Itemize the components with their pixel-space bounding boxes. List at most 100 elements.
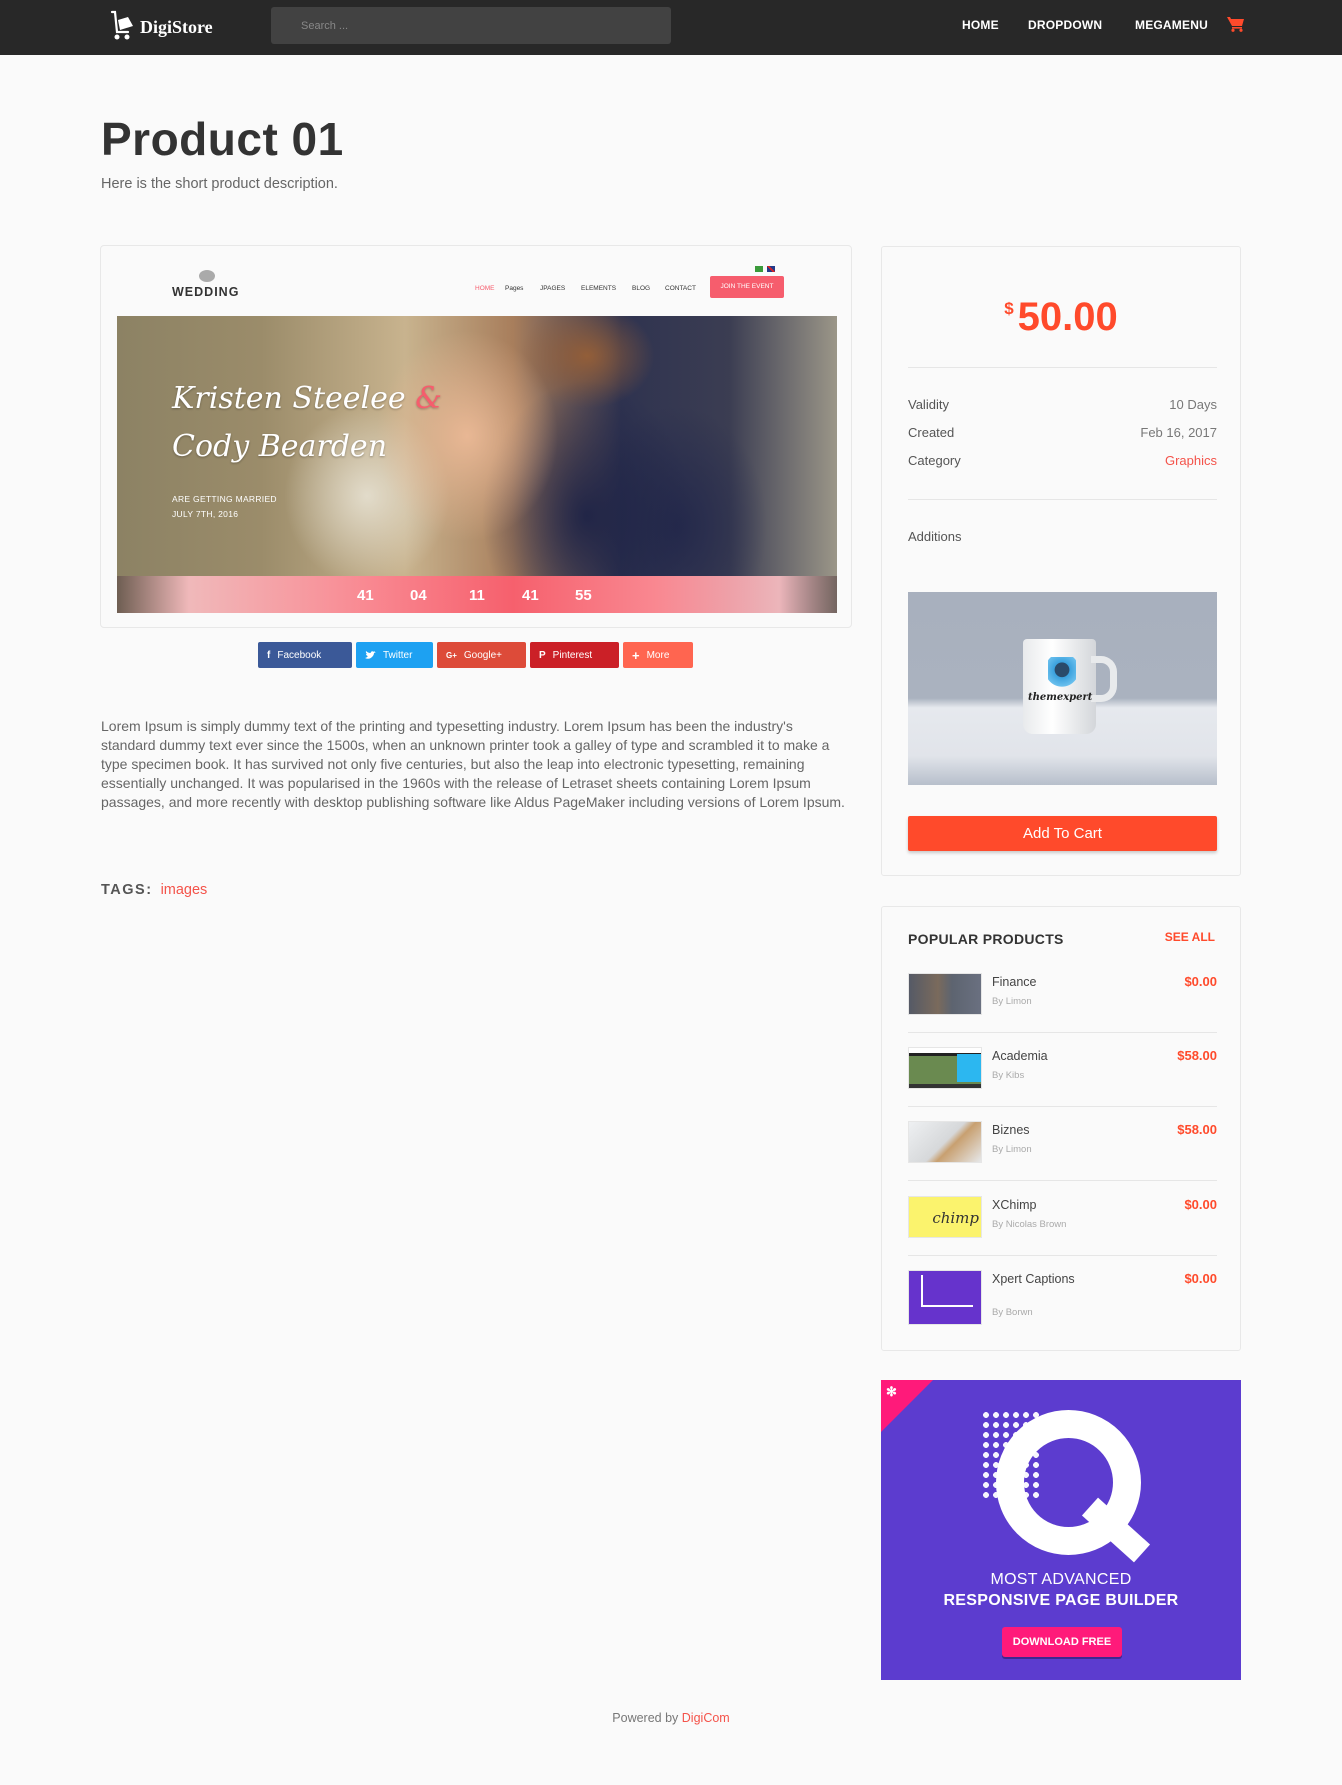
product-price: $58.00 [1177, 1048, 1217, 1063]
page-builder-ad-banner[interactable]: ✻ MOST ADVANCED RESPONSIVE PAGE BUILDER … [881, 1380, 1241, 1680]
brand-logo[interactable]: DigiStore [108, 8, 213, 46]
product-author: By Kibs [992, 1070, 1025, 1081]
nav-home[interactable]: HOME [962, 18, 999, 32]
product-name[interactable]: Finance [992, 975, 1036, 989]
purchase-card: $50.00 Validity 10 Days Created Feb 16, … [881, 246, 1241, 876]
popular-product-item[interactable]: Xpert Captions By Borwn $0.00 [908, 1270, 1217, 1344]
countdown-value: 55 [575, 587, 592, 604]
twitter-icon [365, 650, 376, 659]
popular-product-item[interactable]: Academia By Kibs $58.00 [908, 1047, 1217, 1121]
preview-nav-item: JPAGES [540, 285, 566, 292]
share-label: Twitter [383, 649, 413, 661]
product-description: Lorem Ipsum is simply dummy text of the … [101, 718, 845, 810]
product-name[interactable]: Xpert Captions [992, 1272, 1075, 1286]
pinterest-icon: P [539, 649, 546, 661]
category-link[interactable]: Graphics [1165, 453, 1217, 468]
divider [908, 1180, 1217, 1181]
preview-nav-item: ELEMENTS [581, 285, 617, 292]
meta-value: 10 Days [1169, 397, 1217, 412]
product-author: By Limon [992, 996, 1032, 1007]
product-author: By Borwn [992, 1307, 1033, 1318]
divider [908, 1255, 1217, 1256]
tag-link[interactable]: images [161, 882, 208, 898]
hero-ampersand: & [415, 381, 442, 416]
mug-logo-text: themexpert [1028, 692, 1093, 703]
popular-products-title: POPULAR PRODUCTS [908, 931, 1064, 947]
product-name[interactable]: XChimp [992, 1198, 1036, 1212]
popular-product-item[interactable]: Finance By Limon $0.00 [908, 973, 1217, 1047]
page-title: Product 01 [101, 113, 344, 165]
popular-products-card: POPULAR PRODUCTS SEE ALL Finance By Limo… [881, 906, 1241, 1351]
google-plus-icon: G+ [446, 650, 457, 660]
divider [908, 1106, 1217, 1107]
nav-dropdown[interactable]: DROPDOWN [1028, 18, 1102, 32]
product-price: $0.00 [1184, 974, 1217, 989]
share-google-plus-button[interactable]: G+ Google+ [437, 642, 526, 668]
preview-nav-item: HOME [475, 285, 495, 292]
share-label: Google+ [463, 649, 502, 661]
preview-site-header: WEDDING HOME Pages JPAGES ELEMENTS BLOG … [117, 246, 837, 316]
tags-label: TAGS: [101, 882, 153, 898]
additions-label: Additions [908, 529, 962, 544]
countdown-value: 41 [522, 587, 539, 604]
product-author: By Nicolas Brown [992, 1219, 1067, 1230]
footer: Powered by DigiCom [0, 1711, 1342, 1725]
product-price: $58.00 [1177, 1122, 1217, 1137]
divider [908, 499, 1217, 500]
plus-icon: + [632, 647, 640, 663]
product-name[interactable]: Biznes [992, 1123, 1030, 1137]
hero-names-line1: Kristen Steelee & [172, 381, 442, 416]
footer-text: Powered by [612, 1711, 679, 1725]
uk-flag-icon [767, 266, 775, 272]
share-pinterest-button[interactable]: P Pinterest [530, 642, 619, 668]
countdown-value: 04 [410, 587, 427, 604]
product-thumbnail[interactable] [908, 1047, 982, 1089]
see-all-link[interactable]: SEE ALL [1165, 930, 1215, 944]
product-thumbnail[interactable] [908, 973, 982, 1015]
download-free-button[interactable]: DOWNLOAD FREE [1002, 1627, 1122, 1657]
hero-name-bride: Kristen Steelee [172, 381, 406, 416]
search-input[interactable] [271, 7, 671, 44]
share-more-button[interactable]: + More [623, 642, 693, 668]
product-name[interactable]: Academia [992, 1049, 1048, 1063]
product-preview-card: WEDDING HOME Pages JPAGES ELEMENTS BLOG … [100, 245, 852, 628]
shopping-cart-icon[interactable] [1227, 16, 1245, 32]
product-author: By Limon [992, 1144, 1032, 1155]
countdown-bar: 41 04 11 41 55 [117, 576, 837, 613]
preview-nav-item: Pages [505, 285, 524, 292]
brand-name: DigiStore [140, 16, 213, 37]
product-price: $0.00 [1184, 1271, 1217, 1286]
preview-hero-image: Kristen Steelee & Cody Bearden ARE GETTI… [117, 316, 837, 613]
hero-subtitle: ARE GETTING MARRIED [172, 494, 277, 504]
footer-link[interactable]: DigiCom [682, 1711, 730, 1725]
countdown-value: 11 [469, 587, 485, 604]
share-twitter-button[interactable]: Twitter [356, 642, 433, 668]
divider [908, 367, 1217, 368]
product-price: $0.00 [1184, 1197, 1217, 1212]
wedding-logo-icon [199, 270, 215, 282]
top-navbar: DigiStore HOME DROPDOWN MEGAMENU [0, 0, 1342, 55]
currency-symbol: $ [1004, 299, 1014, 318]
share-label: Pinterest [552, 649, 593, 661]
meta-row-category: Category Graphics [908, 453, 1217, 468]
nav-megamenu[interactable]: MEGAMENU [1135, 18, 1208, 32]
product-price: $50.00 [882, 295, 1240, 340]
popular-product-item[interactable]: Biznes By Limon $58.00 [908, 1121, 1217, 1195]
ad-headline-1: MOST ADVANCED [990, 1571, 1132, 1588]
product-tags: TAGS: images [101, 882, 207, 898]
product-thumbnail[interactable] [908, 1270, 982, 1325]
preview-nav-item: CONTACT [665, 285, 696, 292]
meta-row-created: Created Feb 16, 2017 [908, 425, 1217, 440]
mug-portrait [1048, 657, 1076, 689]
mug-handle [1091, 656, 1117, 702]
product-short-description: Here is the short product description. [101, 176, 338, 192]
share-facebook-button[interactable]: f Facebook [258, 642, 352, 668]
hero-names-line2: Cody Bearden [172, 429, 388, 464]
product-thumbnail[interactable] [908, 1121, 982, 1163]
preview-cta-button: JOIN THE EVENT [710, 276, 784, 298]
add-to-cart-button[interactable]: Add To Cart [908, 816, 1217, 851]
popular-product-item[interactable]: chimp XChimp By Nicolas Brown $0.00 [908, 1196, 1217, 1270]
addition-mug-image[interactable]: themexpert [908, 592, 1217, 785]
product-thumbnail[interactable]: chimp [908, 1196, 982, 1238]
price-value: 50.00 [1017, 295, 1118, 339]
